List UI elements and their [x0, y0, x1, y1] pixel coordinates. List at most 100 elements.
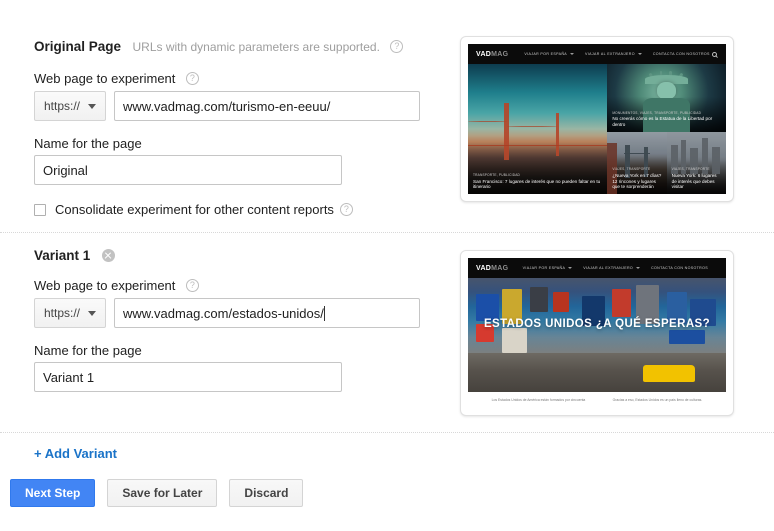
variant-url-label-row: Web page to experiment ?	[34, 277, 199, 295]
discard-button[interactable]: Discard	[229, 479, 304, 507]
nav-item-1-label: VIAJAR AL EXTRANJERO	[583, 266, 634, 270]
original-name-row	[34, 155, 342, 185]
nav-item-1: VIAJAR AL EXTRANJERO	[583, 266, 641, 270]
hero-footer: Los Estados Unidos de América están form…	[468, 392, 726, 408]
experiment-setup-page: Original Page URLs with dynamic paramete…	[0, 0, 774, 531]
preview-small-cells: VIAJES, TRANSPORTE ¿Nueva York en 7 días…	[607, 131, 726, 194]
nav-item-0: VIAJAR POR ESPAÑA	[524, 52, 575, 56]
actions-divider	[0, 432, 774, 433]
nav-item-2-label: CONTACTA CON NOSOTROS	[651, 266, 708, 270]
variant-protocol-select[interactable]: https://	[34, 298, 106, 328]
variant-page-preview[interactable]: VADMAG VIAJAR POR ESPAÑA VIAJAR AL EXTRA…	[460, 250, 734, 416]
nav-item-2: CONTACTA CON NOSOTROS	[653, 52, 710, 56]
consolidate-row: Consolidate experiment for other content…	[34, 202, 353, 217]
logo-sub: MAG	[491, 264, 509, 272]
original-protocol-value: https://	[43, 99, 81, 113]
chevron-down-icon	[570, 53, 575, 55]
article-caption: MONUMENTOS, VIAJES, TRANSPORTE, PUBLICID…	[612, 111, 721, 128]
article-title: San Francisco: 7 lugares de interés que …	[473, 178, 601, 190]
bridge-deck	[468, 144, 608, 147]
nav-item-1: VIAJAR AL EXTRANJERO	[585, 52, 642, 56]
remove-circle-icon[interactable]	[101, 249, 115, 263]
footer-text-right: Gracias a eso, Estados Unidos es un país…	[612, 398, 703, 402]
variant-title: Variant 1	[34, 248, 91, 264]
article-card-san-francisco: TRANSPORTE, PUBLICIDAD San Francisco: 7 …	[468, 64, 608, 194]
chevron-down-icon	[88, 103, 97, 109]
text-cursor	[323, 305, 325, 321]
article-kicker: MONUMENTOS, VIAJES, TRANSPORTE, PUBLICID…	[612, 110, 702, 115]
article-caption: VIAJES, TRANSPORTE ¿Nueva York en 7 días…	[612, 167, 661, 190]
billboard-5	[529, 287, 548, 313]
nav-item-2: CONTACTA CON NOSOTROS	[651, 266, 708, 270]
bridge-tower-left	[504, 103, 509, 161]
billboard-12	[669, 330, 706, 345]
logo-main: VAD	[476, 50, 492, 58]
original-page-preview[interactable]: VADMAG VIAJAR POR ESPAÑA VIAJAR AL EXTRA…	[460, 36, 734, 202]
preview-nav-items: VIAJAR POR ESPAÑA VIAJAR AL EXTRANJERO C…	[523, 266, 708, 270]
save-for-later-button[interactable]: Save for Later	[107, 479, 218, 507]
chevron-down-icon	[636, 267, 641, 269]
article-caption: TRANSPORTE, PUBLICIDAD San Francisco: 7 …	[473, 173, 602, 190]
help-icon[interactable]: ?	[185, 279, 199, 293]
preview-nav-items: VIAJAR POR ESPAÑA VIAJAR AL EXTRANJERO C…	[524, 52, 709, 56]
variant-url-value: www.vadmag.com/estados-unidos/	[123, 305, 324, 321]
article-title: Nueva York: 6 lugares de interés que deb…	[671, 172, 717, 190]
original-site-mock: VADMAG VIAJAR POR ESPAÑA VIAJAR AL EXTRA…	[468, 44, 726, 194]
variant-name-row	[34, 362, 342, 392]
bridge-span	[623, 152, 651, 155]
article-kicker: VIAJES, TRANSPORTE	[671, 167, 710, 172]
article-card-liberty: MONUMENTOS, VIAJES, TRANSPORTE, PUBLICID…	[607, 64, 726, 132]
next-step-button[interactable]: Next Step	[10, 479, 96, 507]
variant-name-input[interactable]	[34, 362, 342, 392]
article-card-nyc-6-lugares: VIAJES, TRANSPORTE Nueva York: 6 lugares…	[666, 131, 726, 194]
variant-protocol-value: https://	[43, 306, 81, 320]
yellow-taxi	[643, 364, 696, 382]
original-name-label: Name for the page	[34, 135, 142, 153]
original-name-input[interactable]	[34, 155, 342, 185]
chevron-down-icon	[88, 310, 97, 316]
original-url-input[interactable]	[114, 91, 420, 121]
nav-item-0-label: VIAJAR POR ESPAÑA	[522, 266, 566, 270]
consolidate-label: Consolidate experiment for other content…	[55, 202, 334, 217]
original-url-label: Web page to experiment	[34, 71, 176, 87]
original-page-heading: Original Page URLs with dynamic paramete…	[34, 38, 404, 56]
footer-text-left: Los Estados Unidos de América están form…	[491, 398, 586, 402]
original-page-hint: URLs with dynamic parameters are support…	[132, 39, 380, 54]
consolidate-checkbox[interactable]	[34, 203, 46, 216]
site-logo: VADMAG	[476, 265, 508, 272]
chevron-down-icon	[637, 53, 642, 55]
help-icon[interactable]: ?	[390, 40, 404, 54]
variant-url-input[interactable]: www.vadmag.com/estados-unidos/	[114, 298, 420, 328]
hero-banner: ESTADOS UNIDOS ¿A QUÉ ESPERAS?	[468, 278, 726, 392]
original-url-row: https://	[34, 91, 420, 121]
action-button-bar: Next Step Save for Later Discard	[10, 479, 304, 507]
search-icon	[712, 51, 717, 57]
variant-url-row: https:// www.vadmag.com/estados-unidos/	[34, 298, 420, 328]
original-page-section: Original Page URLs with dynamic paramete…	[34, 38, 404, 56]
nav-item-2-label: CONTACTA CON NOSOTROS	[652, 52, 710, 56]
hero-title: ESTADOS UNIDOS ¿A QUÉ ESPERAS?	[483, 317, 711, 330]
article-caption: VIAJES, TRANSPORTE Nueva York: 6 lugares…	[672, 167, 721, 190]
variant-site-mock: VADMAG VIAJAR POR ESPAÑA VIAJAR AL EXTRA…	[468, 258, 726, 408]
chevron-down-icon	[568, 267, 573, 269]
original-name-label-text: Name for the page	[34, 136, 142, 152]
help-icon[interactable]: ?	[339, 203, 353, 216]
original-protocol-select[interactable]: https://	[34, 91, 106, 121]
preview-right-column: MONUMENTOS, VIAJES, TRANSPORTE, PUBLICID…	[607, 64, 726, 194]
logo-main: VAD	[476, 264, 492, 272]
variant-section-heading: Variant 1	[34, 247, 115, 265]
original-url-label-row: Web page to experiment ?	[34, 70, 199, 88]
bridge-tower-right	[555, 113, 560, 157]
variant-name-label: Name for the page	[34, 342, 142, 360]
original-page-title: Original Page	[34, 39, 122, 55]
nav-item-0: VIAJAR POR ESPAÑA	[523, 266, 573, 270]
liberty-head	[657, 81, 677, 100]
add-variant-link[interactable]: + Add Variant	[34, 446, 117, 461]
billboard-8	[612, 289, 631, 317]
preview-site-nav: VADMAG VIAJAR POR ESPAÑA VIAJAR AL EXTRA…	[468, 258, 726, 278]
logo-sub: MAG	[491, 50, 509, 58]
preview-site-nav: VADMAG VIAJAR POR ESPAÑA VIAJAR AL EXTRA…	[468, 44, 726, 64]
article-kicker: VIAJES, TRANSPORTE	[612, 167, 651, 172]
section-divider	[0, 232, 774, 233]
help-icon[interactable]: ?	[185, 72, 199, 86]
